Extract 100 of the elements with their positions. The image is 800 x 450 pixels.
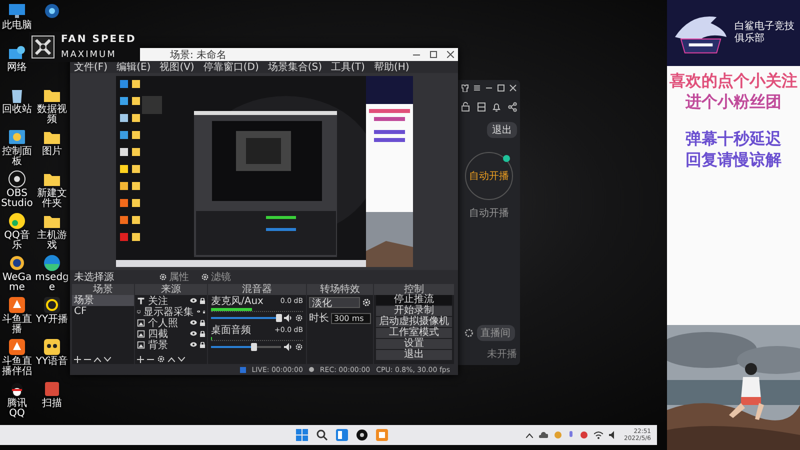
lock-icon[interactable] bbox=[200, 330, 205, 336]
source-item[interactable]: 背景 bbox=[148, 338, 187, 352]
maximize-icon[interactable] bbox=[497, 84, 505, 92]
bell-icon[interactable] bbox=[492, 102, 502, 112]
widgets-icon[interactable] bbox=[336, 429, 348, 441]
room-button[interactable]: 直播间 bbox=[476, 325, 514, 341]
move-down-icon[interactable] bbox=[178, 356, 185, 362]
fish-icon[interactable] bbox=[7, 338, 27, 356]
menu-item[interactable]: 视图(V) bbox=[160, 60, 194, 74]
move-down-icon[interactable] bbox=[104, 356, 111, 362]
icon-label[interactable]: 控制面板 bbox=[0, 147, 34, 167]
speaker-icon[interactable] bbox=[284, 314, 292, 322]
globe-icon[interactable] bbox=[42, 2, 62, 20]
app-icon[interactable] bbox=[42, 380, 62, 398]
icon-label[interactable]: QQ音乐 bbox=[0, 231, 34, 251]
eye-icon[interactable] bbox=[190, 342, 197, 347]
add-icon[interactable] bbox=[137, 356, 144, 362]
music-icon[interactable] bbox=[7, 212, 27, 230]
icon-label[interactable]: WeGame bbox=[0, 273, 34, 293]
lock-icon[interactable] bbox=[200, 320, 205, 326]
menu-item[interactable]: 工具(T) bbox=[331, 60, 365, 74]
menu-item[interactable]: 停靠窗口(D) bbox=[203, 60, 259, 74]
microphone-icon[interactable] bbox=[568, 430, 574, 440]
icon-label[interactable]: msedge bbox=[35, 273, 69, 293]
close-icon[interactable] bbox=[447, 51, 454, 58]
source-item[interactable]: 显示器采集 bbox=[144, 304, 194, 318]
icon-label[interactable]: 主机游戏 bbox=[35, 231, 69, 251]
lock-icon[interactable] bbox=[461, 102, 470, 112]
cloud-icon[interactable] bbox=[539, 432, 548, 438]
record-icon bbox=[308, 367, 314, 372]
lock-icon[interactable] bbox=[202, 308, 205, 314]
app-icon[interactable] bbox=[580, 431, 588, 439]
maximize-icon[interactable] bbox=[430, 51, 437, 58]
icon-label[interactable]: 回收站 bbox=[2, 105, 32, 115]
close-icon[interactable] bbox=[509, 84, 517, 92]
computer-icon[interactable] bbox=[7, 2, 27, 20]
filters-button[interactable]: 滤镜 bbox=[198, 270, 234, 284]
caret-icon[interactable] bbox=[526, 432, 534, 438]
transition-dropdown[interactable]: 淡化 bbox=[309, 297, 360, 308]
move-up-icon[interactable] bbox=[168, 356, 175, 362]
obs-icon[interactable] bbox=[7, 170, 27, 188]
auto-start-button[interactable]: 自动开播 bbox=[465, 152, 513, 200]
fish-icon[interactable] bbox=[7, 296, 27, 314]
panel-icon[interactable] bbox=[476, 102, 486, 112]
control-button[interactable]: 停止推流 bbox=[376, 295, 452, 305]
menu-item[interactable]: 文件(F) bbox=[74, 60, 108, 74]
start-icon[interactable] bbox=[296, 429, 308, 441]
dock-title: 转场特效 bbox=[307, 284, 373, 295]
icon-label[interactable]: 斗鱼直播 bbox=[0, 315, 34, 335]
ring-icon[interactable] bbox=[42, 296, 62, 314]
eye-icon[interactable] bbox=[190, 320, 197, 325]
duration-field[interactable]: 300 ms bbox=[331, 312, 371, 324]
control-button[interactable]: 工作室模式 bbox=[376, 328, 452, 338]
icon-label[interactable]: 腾讯QQ bbox=[0, 399, 34, 419]
menu-icon[interactable] bbox=[473, 84, 481, 92]
notice-text: 回复请慢谅解 bbox=[686, 149, 782, 170]
lock-icon[interactable] bbox=[200, 342, 205, 348]
menu-item[interactable]: 场景集合(S) bbox=[268, 60, 322, 74]
add-icon[interactable] bbox=[74, 356, 81, 362]
share-icon[interactable] bbox=[508, 102, 517, 112]
icon-label[interactable]: 图片 bbox=[42, 147, 62, 157]
network-icon[interactable] bbox=[594, 431, 604, 439]
scene-item[interactable]: CF bbox=[72, 306, 134, 317]
icon-label[interactable]: 新建文件夹 bbox=[35, 189, 69, 209]
source-item[interactable]: 关注 bbox=[148, 294, 187, 308]
menu-item[interactable]: 帮助(H) bbox=[374, 60, 410, 74]
source-item[interactable]: 个人照 bbox=[148, 316, 187, 330]
icon-label[interactable]: 斗鱼直播伴侣 bbox=[0, 357, 34, 377]
cat-icon[interactable] bbox=[42, 338, 62, 356]
control-button[interactable]: 开始录制 bbox=[376, 306, 452, 316]
icon-label[interactable]: 网络 bbox=[7, 63, 27, 73]
properties-button[interactable]: 属性 bbox=[156, 270, 192, 284]
eye-icon[interactable] bbox=[190, 298, 197, 303]
live-state: 未开播 bbox=[487, 348, 517, 361]
move-up-icon[interactable] bbox=[94, 356, 101, 362]
icon-label[interactable]: YY语音 bbox=[36, 357, 68, 367]
menu-item[interactable]: 编辑(E) bbox=[116, 60, 151, 74]
source-item[interactable]: 四截 bbox=[148, 326, 187, 340]
icon-label[interactable]: 扫描 bbox=[42, 399, 62, 409]
settings-icon[interactable] bbox=[464, 328, 474, 338]
control-button[interactable]: 设置 bbox=[376, 339, 452, 349]
speaker-icon[interactable] bbox=[284, 343, 292, 351]
control-panel-icon[interactable] bbox=[7, 128, 27, 146]
obs-icon[interactable] bbox=[356, 429, 368, 441]
edge-icon[interactable] bbox=[42, 254, 62, 272]
exit-button[interactable]: 退出 bbox=[487, 122, 517, 138]
scene-item[interactable]: 场景 bbox=[72, 295, 134, 306]
control-button[interactable]: 启动虚拟摄像机 bbox=[376, 317, 452, 327]
eye-icon[interactable] bbox=[190, 331, 197, 336]
shirt-icon[interactable] bbox=[461, 84, 469, 92]
icon-label[interactable]: 数据视频 bbox=[35, 105, 69, 125]
lock-icon[interactable] bbox=[200, 298, 205, 304]
network-icon[interactable] bbox=[7, 44, 27, 62]
notice-text: 弹幕十秒延迟 bbox=[686, 128, 782, 149]
search-icon[interactable] bbox=[316, 429, 328, 441]
control-button[interactable]: 退出 bbox=[376, 350, 452, 360]
icon-label[interactable]: YY开播 bbox=[36, 315, 68, 325]
game-icon[interactable] bbox=[7, 254, 27, 272]
icon-label[interactable]: OBS Studio bbox=[0, 189, 34, 209]
icon-label[interactable]: 此电脑 bbox=[2, 21, 32, 31]
